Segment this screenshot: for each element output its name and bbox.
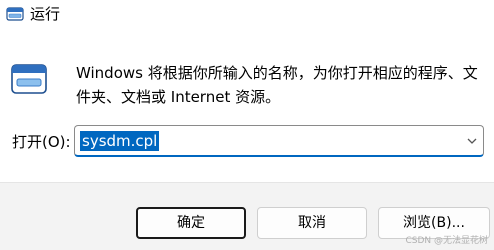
chevron-down-icon[interactable]: [465, 134, 479, 148]
run-icon: [11, 64, 47, 94]
window-title: 运行: [30, 5, 61, 23]
run-description: Windows 将根据你所输入的名称，为你打开相应的程序、文件夹、文档或 Int…: [76, 64, 478, 106]
ok-button[interactable]: 确定: [136, 207, 246, 239]
run-dialog: 运行 Windows 将根据你所输入的名称，为你打开相应的程序、文件夹、文档或 …: [0, 0, 494, 250]
cancel-button[interactable]: 取消: [257, 207, 367, 239]
watermark: CSDN @无法显花树: [405, 236, 488, 246]
open-label: 打开(O):: [12, 133, 71, 151]
open-combobox[interactable]: sysdm.cpl: [74, 125, 484, 157]
title-bar[interactable]: 运行: [0, 0, 494, 30]
run-icon: [6, 7, 24, 21]
browse-button[interactable]: 浏览(B)...: [378, 207, 490, 239]
open-input-value[interactable]: sysdm.cpl: [80, 131, 160, 151]
